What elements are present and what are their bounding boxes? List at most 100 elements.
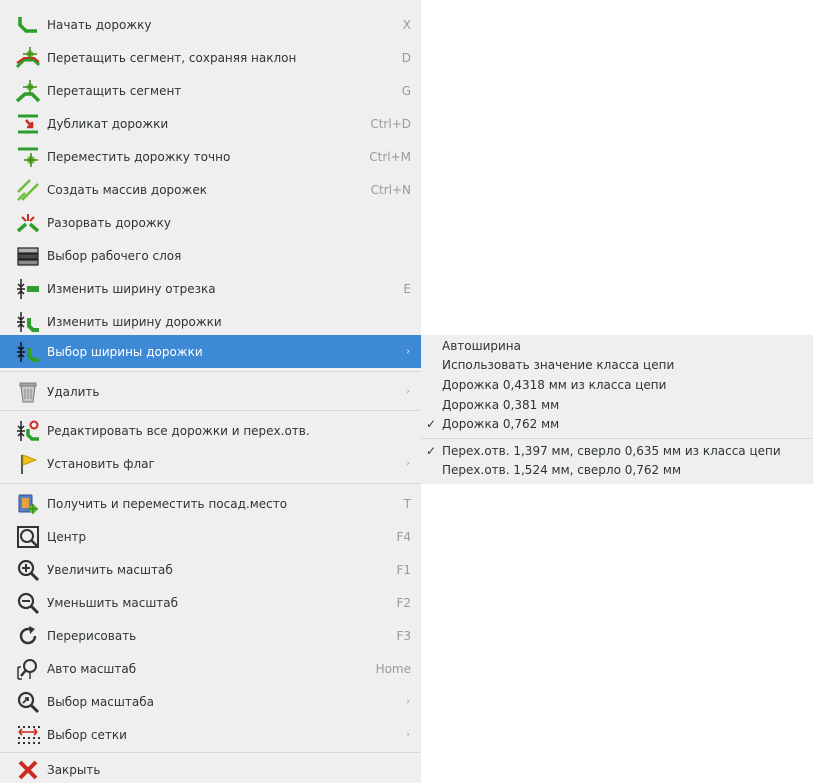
- menu-item-label: Выбор масштаба: [47, 694, 154, 709]
- menu-separator: [0, 371, 421, 372]
- menu-item-layer-select[interactable]: Выбор рабочего слоя: [0, 239, 421, 272]
- menu-item-break-track[interactable]: Разорвать дорожку: [0, 206, 421, 239]
- submenu-item-via-1524[interactable]: Перех.отв. 1,524 мм, сверло 0,762 мм: [442, 463, 681, 477]
- menu-item-zoom-fit[interactable]: Авто масштаб Home: [0, 652, 421, 685]
- menu-item-track-width-select[interactable]: Выбор ширины дорожки ›: [0, 335, 421, 368]
- menu-item-label: Изменить ширину дорожки: [47, 314, 222, 329]
- menu-item-label: Разорвать дорожку: [47, 215, 171, 230]
- shortcut-label: Ctrl+N: [370, 182, 411, 197]
- menu-item-zoom-in[interactable]: Увеличить масштаб F1: [0, 553, 421, 586]
- shortcut-label: G: [401, 83, 411, 98]
- menu-item-label: Уменьшить масштаб: [47, 595, 179, 610]
- menu-item-label: Перерисовать: [47, 628, 137, 643]
- menu-item-zoom-center[interactable]: Центр F4: [0, 520, 421, 553]
- zoom-in-icon: [17, 559, 40, 581]
- menu-item-label: Перетащить сегмент, сохраняя наклон: [47, 50, 297, 65]
- menu-item-grid-select[interactable]: Выбор сетки ›: [0, 718, 421, 751]
- shortcut-label: F4: [396, 529, 411, 544]
- context-menu: Начать дорожку X Перетащить сегмент, сох…: [0, 0, 421, 783]
- checkmark-icon: ✓: [426, 417, 437, 431]
- menu-item-label: Увеличить масштаб: [47, 562, 173, 577]
- menu-item-drag-segment-keep-slope[interactable]: Перетащить сегмент, сохраняя наклон D: [0, 41, 421, 74]
- menu-item-move-track-exact[interactable]: Переместить дорожку точно Ctrl+M: [0, 140, 421, 173]
- menu-item-label: Закрыть: [47, 762, 101, 777]
- track-width-select-icon: [17, 341, 39, 362]
- trash-icon: [19, 382, 37, 402]
- edit-tracks-vias-icon: [17, 420, 39, 441]
- menu-item-redraw[interactable]: Перерисовать F3: [0, 619, 421, 652]
- drag-segment-keep-slope-icon: [16, 46, 40, 68]
- checkmark-icon: ✓: [426, 444, 437, 458]
- shortcut-label: F2: [396, 595, 411, 610]
- shortcut-label: D: [401, 50, 411, 65]
- layer-select-icon: [17, 246, 39, 266]
- shortcut-label: Ctrl+M: [369, 149, 411, 164]
- menu-item-delete[interactable]: Удалить ›: [0, 375, 421, 408]
- menu-item-label: Перетащить сегмент: [47, 83, 182, 98]
- menu-item-label: Изменить ширину отрезка: [47, 281, 216, 296]
- break-track-icon: [16, 213, 40, 232]
- zoom-fit-icon: [17, 658, 37, 680]
- menu-item-label: Установить флаг: [47, 456, 155, 471]
- shortcut-label: T: [403, 496, 411, 511]
- menu-item-label: Дубликат дорожки: [47, 116, 169, 131]
- menu-item-zoom-out[interactable]: Уменьшить масштаб F2: [0, 586, 421, 619]
- menu-separator: [0, 483, 421, 484]
- menu-item-label: Центр: [47, 529, 87, 544]
- menu-item-get-move-footprint[interactable]: Получить и переместить посад.место T: [0, 487, 421, 520]
- submenu-separator: [421, 438, 813, 439]
- redraw-icon: [19, 625, 37, 644]
- menu-item-track-width[interactable]: Изменить ширину дорожки: [0, 305, 421, 338]
- menu-item-edit-tracks-vias[interactable]: Редактировать все дорожки и перех.отв.: [0, 414, 421, 447]
- shortcut-label: E: [403, 281, 411, 296]
- segment-width-icon: [17, 278, 39, 299]
- menu-item-label: Создать массив дорожек: [47, 182, 207, 197]
- duplicate-track-icon: [18, 114, 38, 133]
- get-move-footprint-icon: [18, 494, 38, 514]
- menu-item-label: Авто масштаб: [47, 661, 137, 676]
- grid-select-icon: [18, 725, 40, 744]
- submenu-arrow-icon: ›: [406, 458, 410, 469]
- track-width-submenu: Автоширина Использовать значение класса …: [421, 335, 813, 484]
- menu-separator: [0, 410, 421, 411]
- track-width-icon: [17, 311, 39, 332]
- menu-item-start-track[interactable]: Начать дорожку X: [0, 8, 421, 41]
- menu-separator: [0, 752, 421, 753]
- menu-item-label: Редактировать все дорожки и перех.отв.: [47, 423, 310, 438]
- submenu-arrow-icon: ›: [406, 386, 410, 397]
- submenu-arrow-icon: ›: [406, 346, 410, 357]
- menu-item-label: Начать дорожку: [47, 17, 152, 32]
- track-array-icon: [17, 178, 39, 201]
- shortcut-label: Ctrl+D: [370, 116, 411, 131]
- submenu-arrow-icon: ›: [406, 729, 410, 740]
- menu-item-label: Выбор рабочего слоя: [47, 248, 182, 263]
- flag-icon: [21, 453, 38, 474]
- zoom-select-icon: [17, 691, 40, 713]
- menu-item-zoom-select[interactable]: Выбор масштаба ›: [0, 685, 421, 718]
- shortcut-label: F3: [396, 628, 411, 643]
- menu-item-set-flag[interactable]: Установить флаг ›: [0, 447, 421, 480]
- menu-item-label: Выбор ширины дорожки: [47, 344, 203, 359]
- shortcut-label: Home: [375, 661, 411, 676]
- menu-item-close[interactable]: Закрыть: [0, 756, 421, 783]
- menu-item-segment-width[interactable]: Изменить ширину отрезка E: [0, 272, 421, 305]
- menu-item-drag-segment[interactable]: Перетащить сегмент G: [0, 74, 421, 107]
- shortcut-label: X: [402, 17, 411, 32]
- submenu-arrow-icon: ›: [406, 696, 410, 707]
- menu-item-duplicate-track[interactable]: Дубликат дорожки Ctrl+D: [0, 107, 421, 140]
- zoom-center-icon: [17, 525, 39, 548]
- shortcut-label: F1: [396, 562, 411, 577]
- menu-item-label: Получить и переместить посад.место: [47, 496, 288, 511]
- start-track-icon: [18, 16, 37, 33]
- submenu-item-track-netclass[interactable]: Дорожка 0,4318 мм из класса цепи: [442, 378, 666, 392]
- submenu-item-auto-width[interactable]: Автоширина: [442, 339, 521, 353]
- submenu-item-track-0381[interactable]: Дорожка 0,381 мм: [442, 398, 559, 412]
- close-icon: [18, 760, 38, 779]
- submenu-item-track-0762[interactable]: Дорожка 0,762 мм: [442, 417, 559, 431]
- submenu-item-via-netclass[interactable]: Перех.отв. 1,397 мм, сверло 0,635 мм из …: [442, 444, 781, 458]
- menu-item-label: Переместить дорожку точно: [47, 149, 231, 164]
- menu-item-track-array[interactable]: Создать массив дорожек Ctrl+N: [0, 173, 421, 206]
- drag-segment-icon: [16, 79, 40, 102]
- submenu-item-use-netclass[interactable]: Использовать значение класса цепи: [442, 358, 674, 372]
- menu-item-label: Выбор сетки: [47, 727, 127, 742]
